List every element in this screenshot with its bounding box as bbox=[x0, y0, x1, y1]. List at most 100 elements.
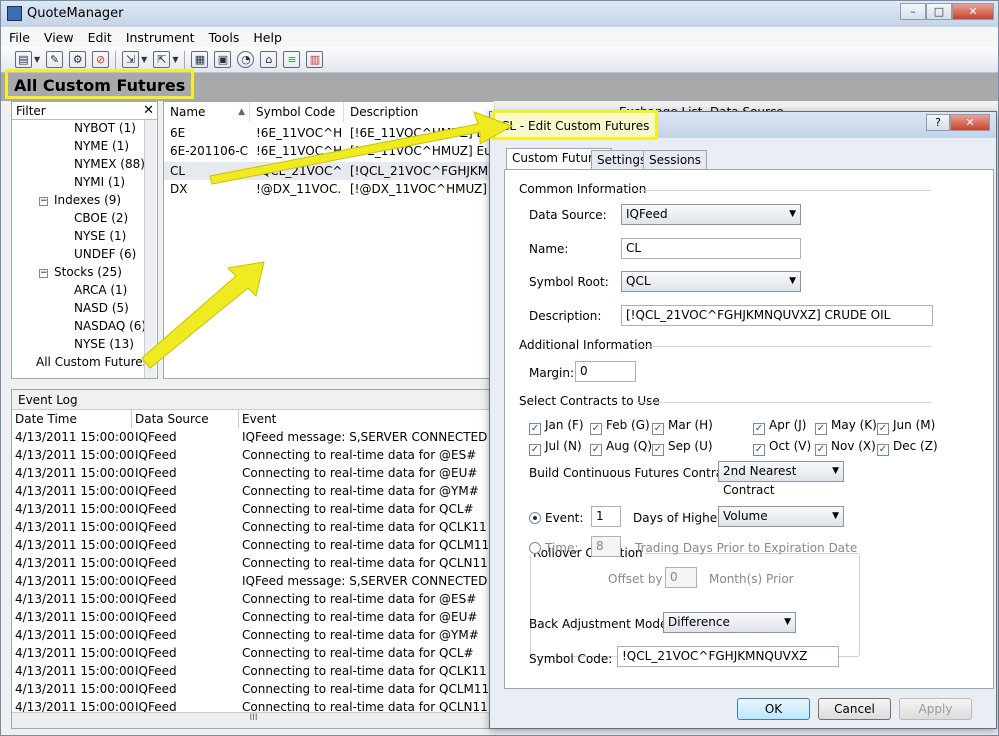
event-log-row[interactable]: 4/13/2011 15:00:00 IQFeed Connecting to re… bbox=[12, 608, 495, 626]
event-log-row[interactable]: 4/13/2011 15:00:00 IQFeed Connecting to re… bbox=[12, 680, 495, 698]
column-header-symbol-code[interactable]: Symbol Code bbox=[250, 102, 344, 122]
grid-cell-description[interactable]: [!6E_11VOC^HMUZ] Euro F bbox=[350, 144, 493, 158]
grid-cell-description[interactable]: [!QCL_21VOC^FGHJKMNQ bbox=[350, 164, 493, 178]
dropdown-arrow-icon[interactable]: ▼ bbox=[34, 55, 40, 64]
grid-cell-name[interactable]: DX bbox=[170, 182, 248, 196]
dropdown-arrow-icon[interactable]: ▼ bbox=[141, 55, 147, 64]
time-days-field[interactable]: 8 bbox=[591, 536, 621, 557]
tree-item-nasd[interactable]: NASD (5) bbox=[74, 301, 129, 315]
close-button[interactable]: ✕ bbox=[952, 3, 994, 20]
event-log-row[interactable]: 4/13/2011 15:00:00 IQFeed Connecting to re… bbox=[12, 536, 495, 554]
new-document-icon[interactable]: ▤ bbox=[15, 51, 32, 68]
tree-item-arca[interactable]: ARCA (1) bbox=[74, 283, 127, 297]
checkbox-month[interactable]: ✓ Sep (U) bbox=[652, 439, 713, 456]
checkbox-month[interactable]: ✓ Nov (X) bbox=[815, 439, 876, 456]
tree-item-nyse[interactable]: NYSE (1) bbox=[74, 229, 126, 243]
event-log-row[interactable]: 4/13/2011 15:00:00 IQFeed Connecting to re… bbox=[12, 518, 495, 536]
event-days-field[interactable]: 1 bbox=[591, 506, 621, 527]
checkbox-month[interactable]: ✓ May (K) bbox=[815, 418, 877, 435]
collapse-icon[interactable]: − bbox=[39, 197, 48, 206]
tree-item-nasdaq[interactable]: NASDAQ (6) bbox=[74, 319, 146, 333]
cancel-button[interactable]: Cancel bbox=[818, 698, 891, 720]
checkbox-month[interactable]: ✓ Feb (G) bbox=[590, 418, 650, 435]
checkbox-month[interactable]: ✓ Oct (V) bbox=[753, 439, 811, 456]
column-header-date-time[interactable]: Date Time bbox=[12, 410, 132, 428]
menu-help[interactable]: Help bbox=[253, 30, 282, 45]
grid-cell-symbol[interactable]: !6E_11VOC^H... bbox=[256, 126, 342, 140]
tree-item-nyse-stocks[interactable]: NYSE (13) bbox=[74, 337, 134, 351]
tree-item-undef[interactable]: UNDEF (6) bbox=[74, 247, 136, 261]
import-icon[interactable]: ⇲ bbox=[122, 51, 140, 68]
tree-item-nymi[interactable]: NYMI (1) bbox=[74, 175, 125, 189]
event-log-row[interactable]: 4/13/2011 15:00:00 IQFeed Connecting to re… bbox=[12, 446, 495, 464]
column-header-event[interactable]: Event bbox=[239, 410, 495, 428]
event-radio[interactable]: Event: bbox=[529, 511, 583, 525]
margin-field[interactable]: 0 bbox=[575, 361, 636, 382]
horizontal-scrollbar[interactable]: III bbox=[12, 712, 495, 728]
tree-item-all-custom-futures[interactable]: All Custom Futures bbox=[36, 355, 149, 369]
list-icon[interactable]: ≡ bbox=[283, 51, 301, 68]
dialog-close-button[interactable]: ✕ bbox=[950, 114, 990, 131]
event-log-row[interactable]: 4/13/2011 15:00:00 IQFeed Connecting to re… bbox=[12, 482, 495, 500]
ok-button[interactable]: OK bbox=[737, 698, 810, 720]
grid-cell-symbol[interactable]: !@DX_11VOC... bbox=[256, 182, 342, 196]
grid-cell-symbol[interactable]: !QCL_21VOC^... bbox=[256, 164, 342, 178]
edit-document-icon[interactable]: ✎ bbox=[46, 51, 64, 68]
menu-instrument[interactable]: Instrument bbox=[126, 30, 195, 45]
table-icon[interactable]: ▥ bbox=[306, 51, 324, 68]
checkbox-month[interactable]: ✓ Jan (F) bbox=[529, 418, 584, 435]
offset-field[interactable]: 0 bbox=[665, 567, 697, 588]
maximize-button[interactable]: □ bbox=[926, 3, 952, 20]
event-log-row[interactable]: 4/13/2011 15:00:00 IQFeed Connecting to re… bbox=[12, 644, 495, 662]
grid-cell-description[interactable]: [!6E_11VOC^HMUZ] E bbox=[350, 126, 493, 140]
apply-button[interactable]: Apply bbox=[899, 698, 972, 720]
build-continuous-select[interactable]: 2nd Nearest Contract ▼ bbox=[718, 461, 844, 497]
event-log-row[interactable]: 4/13/2011 15:00:00 IQFeed IQFeed message: … bbox=[12, 572, 495, 590]
symbol-root-select[interactable]: QCL ▼ bbox=[621, 271, 801, 292]
tree-item-nymex[interactable]: NYMEX (88) bbox=[74, 157, 145, 171]
minimize-button[interactable]: – bbox=[900, 3, 926, 20]
delete-icon[interactable]: ⊘ bbox=[92, 51, 110, 68]
checkbox-month[interactable]: ✓ Jun (M) bbox=[877, 418, 935, 435]
higher-metric-select[interactable]: Volume ▼ bbox=[718, 506, 844, 527]
event-log-row[interactable]: 4/13/2011 15:00:00 IQFeed Connecting to re… bbox=[12, 500, 495, 518]
pie-chart-icon[interactable]: ◔ bbox=[237, 51, 255, 68]
event-log-row[interactable]: 4/13/2011 15:00:00 IQFeed Connecting to re… bbox=[12, 554, 495, 572]
grid-cell-name[interactable]: 6E bbox=[170, 126, 248, 140]
close-icon[interactable]: ✕ bbox=[143, 103, 154, 118]
grid-cell-description[interactable]: [!@DX_11VOC^HMUZ] Dol bbox=[350, 182, 493, 196]
checkbox-month[interactable]: ✓ Mar (H) bbox=[652, 418, 713, 435]
data-source-select[interactable]: IQFeed ▼ bbox=[621, 204, 801, 225]
grid-cell-symbol[interactable]: !6E_11VOC^H... bbox=[256, 144, 342, 158]
tab-sessions[interactable]: Sessions bbox=[643, 150, 708, 169]
event-log-row[interactable]: 4/13/2011 15:00:00 IQFeed IQFeed message: … bbox=[12, 428, 495, 446]
tree-item-nybot[interactable]: NYBOT (1) bbox=[74, 121, 136, 135]
column-header-data-source[interactable]: Data Source bbox=[132, 410, 239, 428]
grid-cell-name[interactable]: CL bbox=[170, 164, 248, 178]
export-icon[interactable]: ⇱ bbox=[153, 51, 171, 68]
event-log-row[interactable]: 4/13/2011 15:00:00 IQFeed Connecting to re… bbox=[12, 626, 495, 644]
collapse-icon[interactable]: − bbox=[39, 269, 48, 278]
tree-item-nyme[interactable]: NYME (1) bbox=[74, 139, 129, 153]
calendar-icon[interactable]: ▦ bbox=[191, 51, 209, 68]
gear-icon[interactable]: ⚙ bbox=[69, 51, 87, 68]
column-header-description[interactable]: Description bbox=[344, 102, 495, 122]
grid-cell-name[interactable]: 6E-201106-C... bbox=[170, 144, 248, 158]
column-header-name[interactable]: Name ▲ bbox=[164, 102, 250, 122]
dropdown-arrow-icon[interactable]: ▼ bbox=[172, 55, 178, 64]
menu-file[interactable]: File bbox=[9, 30, 30, 45]
menu-tools[interactable]: Tools bbox=[209, 30, 240, 45]
menu-view[interactable]: View bbox=[44, 30, 74, 45]
help-button[interactable]: ? bbox=[926, 114, 950, 131]
exchange-icon[interactable]: ⌂ bbox=[260, 51, 278, 68]
description-field[interactable]: [!QCL_21VOC^FGHJKMNQUVXZ] CRUDE OIL bbox=[621, 305, 933, 326]
tree-item-cboe[interactable]: CBOE (2) bbox=[74, 211, 128, 225]
event-log-row[interactable]: 4/13/2011 15:00:00 IQFeed Connecting to re… bbox=[12, 590, 495, 608]
name-field[interactable]: CL bbox=[621, 238, 801, 259]
checkbox-month[interactable]: ✓ Dec (Z) bbox=[877, 439, 938, 456]
schedule-icon[interactable]: ▣ bbox=[214, 51, 232, 68]
checkbox-month[interactable]: ✓ Jul (N) bbox=[529, 439, 582, 456]
menu-edit[interactable]: Edit bbox=[88, 30, 112, 45]
tree-item-indexes[interactable]: Indexes (9) bbox=[54, 193, 121, 207]
back-adjustment-select[interactable]: Difference ▼ bbox=[663, 612, 796, 633]
